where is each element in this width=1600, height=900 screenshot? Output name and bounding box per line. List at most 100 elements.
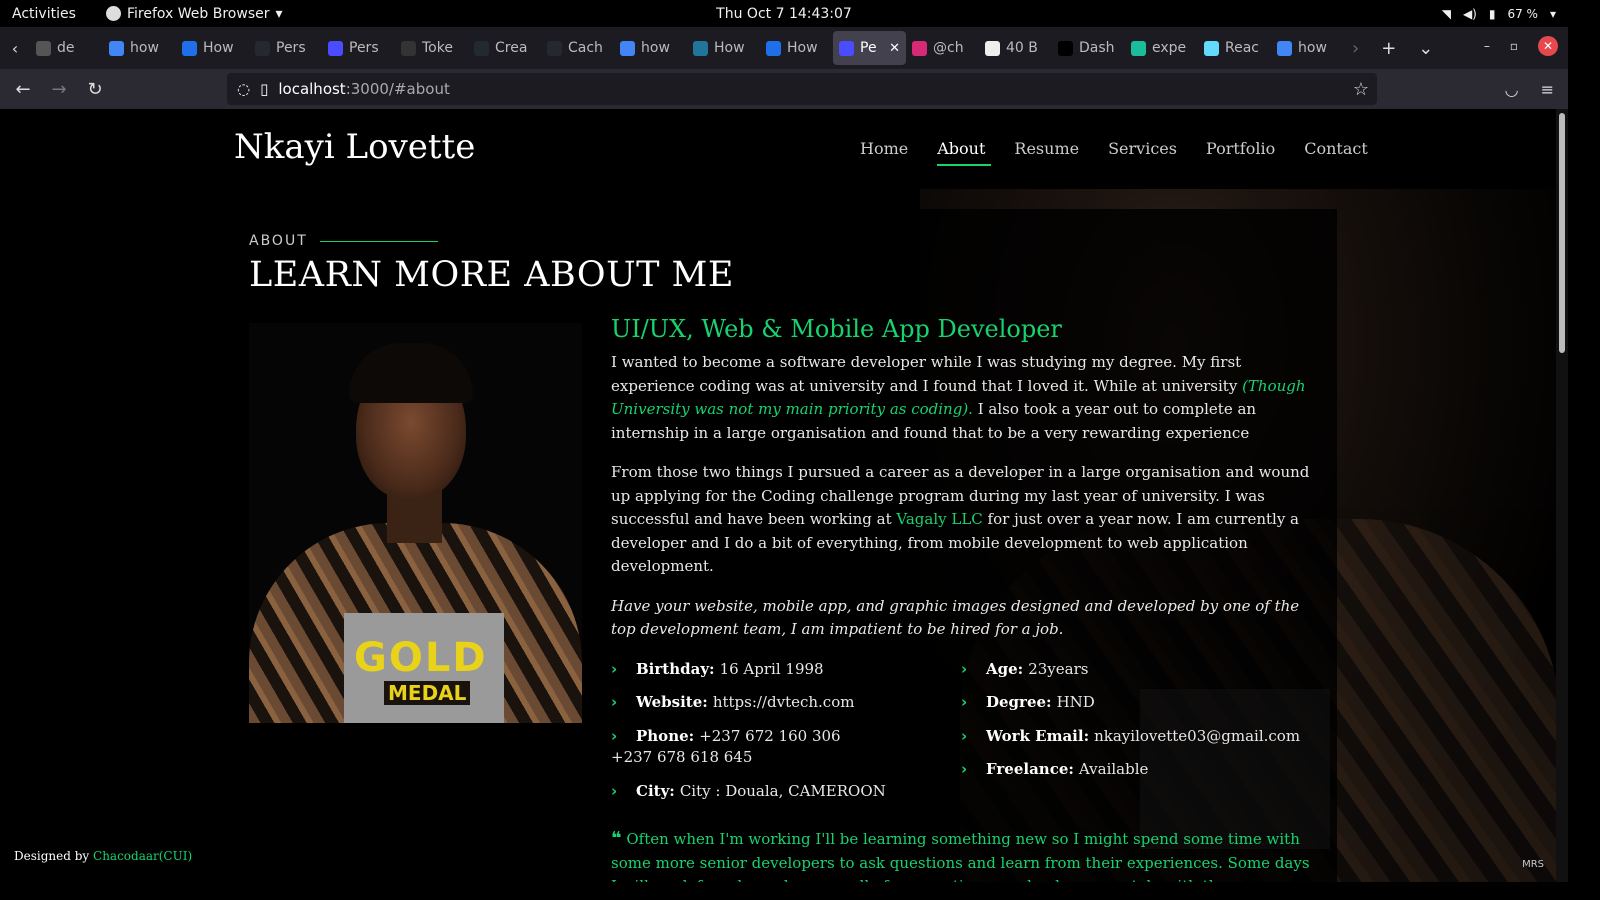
nav-item-home[interactable]: Home [860, 139, 908, 164]
browser-tab[interactable]: how [614, 31, 687, 65]
section-label-line [319, 240, 438, 242]
tab-actions: › + ⌄ [1352, 38, 1433, 59]
intro-paragraph: I wanted to become a software developer … [611, 353, 1306, 442]
about-content: UI/UX, Web & Mobile App Developer I want… [611, 315, 1311, 882]
bookmark-star-icon[interactable]: ☆ [1353, 79, 1369, 100]
quote: ❝ Often when I'm working I'll be learnin… [611, 828, 1310, 882]
shield-icon[interactable]: ◌ [237, 80, 250, 98]
tab-scroll-left-icon[interactable]: ‹ [0, 39, 30, 58]
battery-icon: ▮ [1488, 6, 1496, 21]
back-icon[interactable]: ← [5, 79, 41, 100]
chevron-right-icon: › [611, 659, 618, 678]
new-tab-icon[interactable]: + [1381, 38, 1396, 59]
browser-tab[interactable]: How [760, 31, 833, 65]
tab-label: How [203, 40, 234, 56]
tab-label: Pers [349, 40, 379, 56]
shirt-logo: GOLD MEDAL [344, 613, 504, 723]
facts-left: › Birthday: 16 April 1998 › Website: https://… [611, 658, 961, 814]
tab-favicon-icon [839, 40, 854, 56]
tab-favicon-icon [1277, 40, 1292, 56]
tab-favicon-icon [985, 40, 1000, 56]
chevron-right-icon: › [961, 760, 968, 778]
close-tab-icon[interactable]: ✕ [889, 41, 906, 56]
hamburger-menu-icon[interactable]: ≡ [1541, 80, 1554, 99]
tab-label: Reac [1225, 40, 1259, 56]
tab-label: Pers [276, 40, 306, 56]
tab-list: de how How Pers Pers Toke Crea Cach how How How Pe ✕… [30, 31, 1344, 65]
tab-favicon-icon [912, 40, 927, 56]
activities-button[interactable]: Activities [12, 6, 76, 22]
url-bar[interactable]: ◌ ▯ localhost:3000/#about ☆ [227, 73, 1377, 105]
phone-extra: +237 678 618 645 [611, 748, 753, 766]
nav-item-about[interactable]: About [937, 139, 992, 166]
browser-tab[interactable]: Toke [395, 31, 468, 65]
tab-label: 40 B [1006, 40, 1038, 56]
maximize-icon[interactable]: ▫ [1510, 39, 1518, 53]
close-window-icon[interactable]: ✕ [1538, 36, 1558, 56]
footer-link[interactable]: Chacodaar(CUI) [93, 849, 192, 863]
section-title: LEARN MORE ABOUT ME [249, 255, 734, 295]
site-brand[interactable]: Nkayi Lovette [234, 127, 475, 167]
nav-item-resume[interactable]: Resume [1014, 139, 1079, 164]
chevron-right-icon: › [961, 693, 968, 711]
wifi-icon: ◥ [1441, 6, 1451, 21]
nav-item-services[interactable]: Services [1108, 139, 1177, 164]
tab-favicon-icon [474, 40, 489, 56]
list-all-tabs-icon[interactable]: ⌄ [1418, 38, 1433, 59]
tab-favicon-icon [109, 40, 124, 56]
employer-link[interactable]: Vagaly LLC [896, 510, 982, 528]
scrollbar-thumb[interactable] [1559, 113, 1565, 353]
nav-item-portfolio[interactable]: Portfolio [1206, 139, 1275, 164]
browser-tab[interactable]: How [176, 31, 249, 65]
fact-row: › Work Email: nkayilovette03@gmail.com [961, 725, 1311, 749]
browser-tab[interactable]: how [103, 31, 176, 65]
profile-photo: GOLD MEDAL [249, 323, 582, 723]
browser-tab[interactable]: Cach [541, 31, 614, 65]
chevron-down-icon: ▾ [1549, 6, 1556, 21]
tab-favicon-icon [36, 40, 51, 56]
facts-right: › Age: 23years › Degree: HND › Work Email: nkayi… [961, 658, 1311, 814]
browser-tab[interactable]: 40 B [979, 31, 1052, 65]
tab-label: Cach [568, 40, 603, 56]
minimize-icon[interactable]: – [1484, 39, 1490, 53]
chevron-right-icon: › [961, 726, 968, 745]
browser-tab[interactable]: @ch [906, 31, 979, 65]
system-tray[interactable]: ◥ ◀) ▮ 67 % ▾ [1442, 7, 1556, 21]
tagline: Have your website, mobile app, and graph… [611, 596, 1300, 639]
tab-label: Dash [1079, 40, 1115, 56]
browser-tab[interactable]: de [30, 31, 103, 65]
fact-row: › Birthday: 16 April 1998 [611, 658, 961, 682]
tab-label: how [130, 40, 159, 56]
system-top-bar: Activities Firefox Web Browser ▾ Thu Oct… [0, 0, 1568, 27]
page-scrollbar[interactable] [1556, 109, 1568, 882]
tab-favicon-icon [693, 40, 708, 56]
window-controls: – ▫ ✕ [1484, 36, 1558, 56]
navigation-toolbar: ← → ↻ ◌ ▯ localhost:3000/#about ☆ ◡ ≡ [0, 69, 1568, 109]
nav-item-contact[interactable]: Contact [1304, 139, 1368, 164]
forward-icon[interactable]: → [41, 79, 77, 100]
browser-tab[interactable]: how [1271, 31, 1344, 65]
chevron-right-icon: › [611, 726, 618, 745]
toolbar-right: ◡ ≡ [1505, 80, 1554, 99]
fact-row: › Website: https://dvtech.com [611, 691, 961, 715]
browser-tab[interactable]: How [687, 31, 760, 65]
tab-scroll-right-icon[interactable]: › [1352, 38, 1359, 59]
chevron-right-icon: › [961, 659, 968, 678]
pocket-icon[interactable]: ◡ [1505, 80, 1519, 99]
browser-tab[interactable]: expe [1125, 31, 1198, 65]
app-menu[interactable]: Firefox Web Browser ▾ [106, 6, 283, 22]
clock[interactable]: Thu Oct 7 14:43:07 [716, 6, 852, 22]
fact-city: › City: City : Douala, CAMEROON [611, 780, 961, 804]
tab-label: de [57, 40, 75, 56]
personal-facts: › Birthday: 16 April 1998 › Website: https://… [611, 658, 1311, 814]
browser-tab[interactable]: Pers [322, 31, 395, 65]
browser-tab[interactable]: Crea [468, 31, 541, 65]
tab-label: Crea [495, 40, 528, 56]
browser-tab[interactable]: Reac [1198, 31, 1271, 65]
browser-tab[interactable]: Dash [1052, 31, 1125, 65]
browser-tab[interactable]: Pe ✕ [833, 31, 906, 65]
page-icon: ▯ [260, 80, 269, 98]
reload-icon[interactable]: ↻ [77, 79, 113, 100]
browser-tab[interactable]: Pers [249, 31, 322, 65]
tab-label: How [787, 40, 818, 56]
